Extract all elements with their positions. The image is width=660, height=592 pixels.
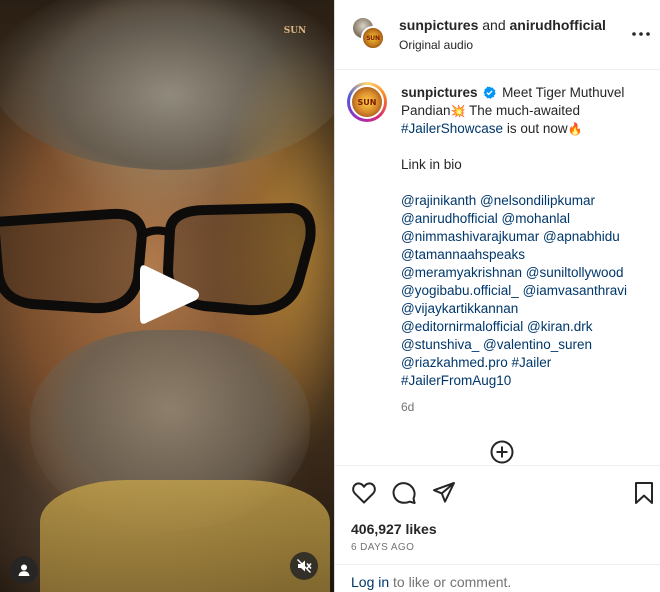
- hashtag-link[interactable]: #JailerFromAug10: [401, 373, 511, 388]
- fire-emoji: 🔥: [567, 122, 583, 136]
- add-circle-icon[interactable]: [489, 439, 515, 465]
- author-link-anirudhofficial[interactable]: anirudhofficial: [510, 17, 606, 33]
- sun-logo-text: SUN: [366, 34, 380, 42]
- mention-link[interactable]: @mohanlal: [502, 211, 571, 226]
- login-link[interactable]: Log in: [351, 574, 389, 590]
- caption-avatar-sunpictures[interactable]: SUN: [347, 82, 387, 122]
- user-icon: [18, 564, 30, 576]
- sun-pictures-watermark: SUN: [283, 26, 307, 36]
- caption-text-part2: Pandian: [401, 103, 451, 118]
- instagram-post-view: SUN SUN sunpictures and anirudhofficial …: [0, 0, 660, 592]
- caption-text-part4: is out now: [503, 121, 568, 136]
- mention-link[interactable]: @meramyakrishnan: [401, 265, 522, 280]
- action-bar: [335, 465, 660, 515]
- share-icon[interactable]: [431, 480, 457, 506]
- verified-badge-icon: [483, 86, 496, 99]
- comment-icon[interactable]: [391, 480, 417, 506]
- explosion-emoji: 💥: [450, 104, 466, 118]
- like-count[interactable]: 406,927 likes: [351, 521, 437, 537]
- hashtag-jailershowcase[interactable]: #JailerShowcase: [401, 121, 503, 136]
- login-prompt-text: to like or comment.: [389, 574, 512, 590]
- caption-text-part3: The much-awaited: [465, 103, 581, 118]
- post-authors: sunpictures and anirudhofficial: [399, 17, 606, 33]
- hashtag-link[interactable]: #Jailer: [512, 355, 552, 370]
- video-frame-shirt: [40, 480, 330, 592]
- caption-age: 6d: [401, 400, 415, 414]
- collab-avatars[interactable]: SUN: [351, 16, 385, 50]
- mention-link[interactable]: @vijaykartikkannan: [401, 301, 518, 316]
- caption-text: sunpictures Meet Tiger Muthuvel Pandian💥…: [401, 84, 651, 390]
- mention-link[interactable]: @apnabhidu: [543, 229, 620, 244]
- caption-avatar-image: SUN: [350, 85, 384, 119]
- mention-link[interactable]: @rajinikanth: [401, 193, 476, 208]
- caption-section: SUN sunpictures Meet Tiger Muthuvel Pand…: [335, 70, 660, 465]
- mention-link[interactable]: @kiran.drk: [527, 319, 592, 334]
- login-prompt: Log in to like or comment.: [335, 564, 660, 592]
- more-options-icon[interactable]: [631, 24, 651, 44]
- mention-link[interactable]: @suniltollywood: [526, 265, 624, 280]
- post-date: 6 DAYS AGO: [351, 542, 415, 553]
- mention-link[interactable]: @valentino_suren: [483, 337, 592, 352]
- mention-link[interactable]: @anirudhofficial: [401, 211, 498, 226]
- post-header: SUN sunpictures and anirudhofficial Orig…: [335, 0, 660, 70]
- avatar-sunpictures[interactable]: SUN: [361, 26, 385, 50]
- mention-link[interactable]: @riazkahmed.pro: [401, 355, 508, 370]
- post-details-panel: SUN sunpictures and anirudhofficial Orig…: [334, 0, 660, 592]
- author-link-sunpictures[interactable]: sunpictures: [399, 17, 478, 33]
- bookmark-icon[interactable]: [631, 480, 657, 506]
- audio-link[interactable]: Original audio: [399, 38, 473, 52]
- tagged-users-button[interactable]: [10, 556, 38, 584]
- sun-logo-text: SUN: [357, 97, 377, 107]
- caption-text-part1: Meet Tiger Muthuvel: [502, 85, 625, 100]
- play-icon[interactable]: [136, 262, 202, 328]
- caption-username[interactable]: sunpictures: [401, 85, 478, 100]
- mention-link[interactable]: @yogibabu.official_: [401, 283, 519, 298]
- mention-link[interactable]: @nelsondilipkumar: [480, 193, 595, 208]
- mention-link[interactable]: @nimmashivarajkumar: [401, 229, 539, 244]
- mention-link[interactable]: @editornirmalofficial: [401, 319, 523, 334]
- link-in-bio-text: Link in bio: [401, 157, 462, 172]
- heart-icon[interactable]: [351, 480, 377, 506]
- mention-link[interactable]: @iamvasanthravi: [523, 283, 628, 298]
- video-player[interactable]: SUN: [0, 0, 334, 592]
- mention-link[interactable]: @stunshiva_: [401, 337, 479, 352]
- speaker-muted-icon: [297, 559, 312, 573]
- mention-link[interactable]: @tamannaahspeaks: [401, 247, 525, 262]
- authors-joiner: and: [482, 17, 506, 33]
- mute-toggle-button[interactable]: [290, 552, 318, 580]
